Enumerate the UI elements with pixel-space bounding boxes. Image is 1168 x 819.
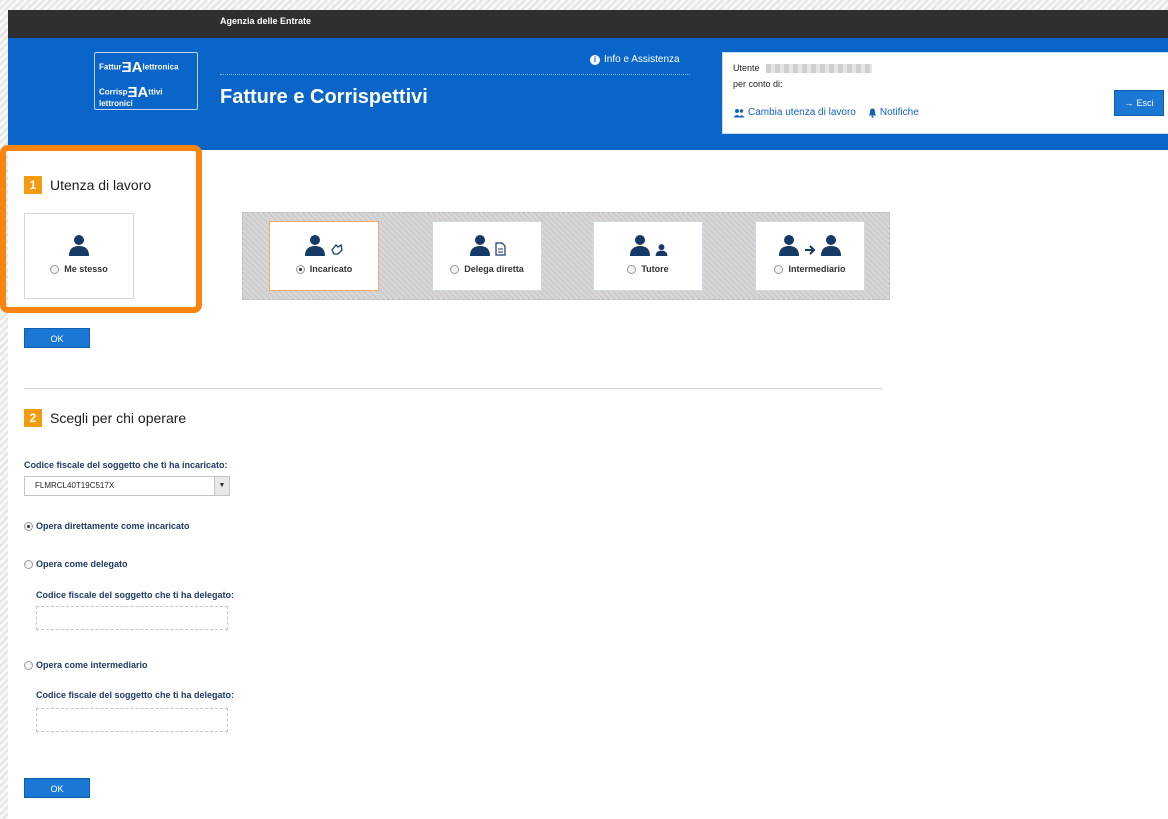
cambia-utenza-link[interactable]: Cambia utenza di lavoro (733, 107, 856, 118)
blurred-user-name (765, 64, 872, 74)
step-2-badge: 2 (24, 409, 42, 427)
top-bar: Agenzia delle Entrate (8, 10, 1168, 38)
child-icon (655, 244, 667, 256)
user-links: Cambia utenza di lavoro Notifiche (733, 107, 919, 118)
card-delega-diretta[interactable]: Delega diretta (432, 221, 542, 291)
card-intermediario[interactable]: Intermediario (755, 221, 865, 291)
step-2-title: Scegli per chi operare (50, 410, 187, 426)
page-title: Fatture e Corrispettivi (220, 86, 428, 108)
arrow-right-icon (805, 245, 816, 255)
incaricato-field-label: Codice fiscale del soggetto che ti ha in… (24, 460, 228, 470)
radio-direttamente[interactable] (24, 521, 33, 531)
person-icon (629, 235, 650, 256)
utente-row: Utente (733, 63, 872, 74)
card-incaricato[interactable]: Incaricato (269, 221, 379, 291)
step-2-ok-button[interactable]: OK (24, 778, 90, 798)
title-divider (220, 74, 690, 75)
agency-name: Agenzia delle Entrate (220, 16, 312, 26)
section-divider (24, 388, 882, 389)
delegato-field-label: Codice fiscale del soggetto che ti ha de… (36, 590, 235, 600)
radio-delegato[interactable] (24, 559, 33, 569)
radio-intermediario[interactable] (774, 264, 784, 274)
hand-icon (331, 243, 343, 255)
fatture-elettroniche-logo[interactable]: FatturƎAlettronica CorrispƎAttivi lettro… (94, 52, 198, 110)
header: FatturƎAlettronica CorrispƎAttivi lettro… (8, 38, 1168, 150)
logo-line-2: CorrispƎAttivi lettronici (99, 84, 163, 108)
radio-tutore[interactable] (627, 264, 637, 274)
card-me-stesso[interactable]: Me stesso (24, 213, 134, 299)
delegato-codice-input[interactable] (36, 606, 228, 630)
option-direttamente[interactable]: Opera direttamente come incaricato (24, 521, 190, 531)
person-icon (469, 235, 490, 256)
radio-intermediario-option[interactable] (24, 660, 33, 670)
incaricato-select[interactable]: FLMRCL40T19C517X ▼ (24, 476, 230, 496)
step-1-badge: 1 (24, 176, 42, 194)
per-conto-row: per conto di: (733, 79, 783, 89)
page: Agenzia delle Entrate FatturƎAlettronica… (0, 10, 1168, 819)
radio-me-stesso[interactable] (50, 264, 60, 274)
card-tutore[interactable]: Tutore (593, 221, 703, 291)
chevron-down-icon[interactable]: ▼ (214, 477, 229, 495)
step-1-title: Utenza di lavoro (50, 177, 152, 193)
logo-line-1: FatturƎAlettronica (99, 59, 179, 76)
person-icon (69, 235, 89, 256)
bell-icon (868, 108, 876, 118)
person-icon (779, 235, 799, 256)
intermediario-field-label: Codice fiscale del soggetto che ti ha de… (36, 690, 235, 700)
info-icon: i (590, 54, 600, 65)
notifiche-link[interactable]: Notifiche (868, 107, 919, 118)
logout-button[interactable]: → Esci (1114, 90, 1164, 116)
document-icon (494, 242, 506, 256)
person-icon (821, 235, 841, 256)
users-icon (733, 108, 745, 117)
option-delegato[interactable]: Opera come delegato (24, 559, 128, 569)
radio-delega-diretta[interactable] (450, 264, 460, 274)
info-link-label: Info e Assistenza (604, 54, 680, 65)
radio-incaricato[interactable] (295, 264, 305, 274)
user-panel: Utente per conto di: Cambia utenza di la… (722, 52, 1168, 134)
option-intermediario[interactable]: Opera come intermediario (24, 660, 148, 670)
step-1-ok-button[interactable]: OK (24, 328, 90, 348)
info-assistenza-link[interactable]: i Info e Assistenza (590, 54, 680, 65)
logout-icon: → (1124, 98, 1134, 108)
intermediario-codice-input[interactable] (36, 708, 228, 732)
person-icon (305, 235, 325, 256)
